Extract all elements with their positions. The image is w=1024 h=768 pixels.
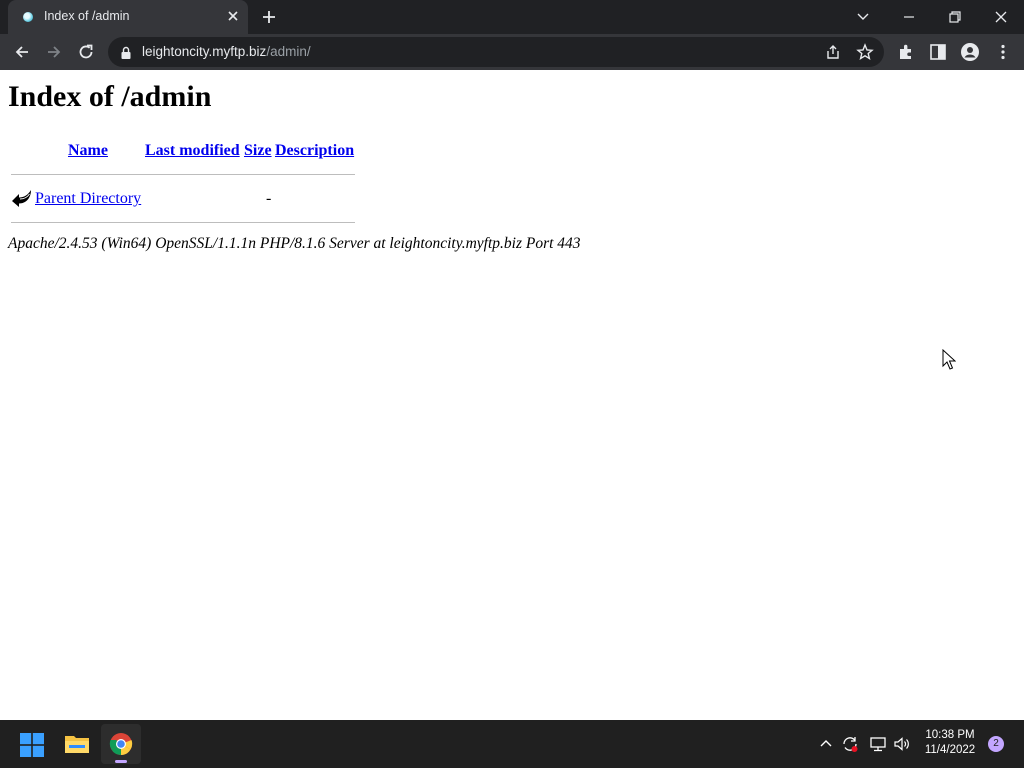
- volume-icon[interactable]: [893, 735, 911, 753]
- back-button[interactable]: [9, 39, 35, 65]
- side-panel-icon[interactable]: [928, 42, 948, 62]
- favicon-icon: [23, 12, 33, 22]
- clock-date: 11/4/2022: [924, 744, 976, 756]
- column-header-last-modified[interactable]: Last modified: [145, 142, 240, 160]
- reload-button[interactable]: [73, 39, 99, 65]
- new-tab-button[interactable]: [258, 6, 280, 28]
- notification-count-badge[interactable]: 2: [988, 736, 1004, 752]
- url-path: /admin/: [266, 44, 311, 59]
- url-host: leightoncity.myftp.biz: [142, 44, 267, 59]
- page-content: Index of /admin Name Last modified Size …: [0, 70, 1024, 720]
- taskbar-clock[interactable]: 10:38 PM 11/4/2022: [920, 728, 980, 758]
- column-header-size[interactable]: Size: [244, 142, 272, 160]
- windows-taskbar: 10:38 PM 11/4/2022: [0, 720, 1024, 768]
- restore-button[interactable]: [932, 0, 978, 34]
- clock-time: 10:38 PM: [925, 729, 975, 741]
- divider: [11, 174, 355, 175]
- forward-button[interactable]: [41, 39, 67, 65]
- lock-icon[interactable]: [120, 45, 132, 64]
- divider: [11, 222, 355, 223]
- tab-search-icon[interactable]: [840, 0, 886, 34]
- show-hidden-icons-icon[interactable]: [817, 735, 835, 753]
- profile-avatar-icon[interactable]: [960, 42, 980, 62]
- size-cell: -: [266, 190, 272, 207]
- minimize-button[interactable]: [886, 0, 932, 34]
- parent-directory-link[interactable]: Parent Directory: [35, 190, 141, 208]
- mouse-cursor-icon: [942, 348, 957, 375]
- more-menu-icon[interactable]: [993, 42, 1013, 62]
- server-signature: Apache/2.4.53 (Win64) OpenSSL/1.1.1n PHP…: [8, 235, 581, 252]
- browser-toolbar: leightoncity.myftp.biz/admin/: [0, 34, 1024, 70]
- chrome-icon: [109, 733, 133, 755]
- sync-icon[interactable]: [841, 735, 859, 753]
- windows-logo-icon: [20, 733, 44, 757]
- chrome-button[interactable]: [101, 724, 141, 764]
- start-button[interactable]: [12, 724, 52, 764]
- address-bar[interactable]: leightoncity.myftp.biz/admin/: [108, 37, 884, 67]
- close-tab-icon[interactable]: [224, 7, 242, 25]
- browser-tab-strip: Index of /admin: [0, 0, 1024, 34]
- active-app-indicator: [115, 760, 127, 763]
- folder-icon: [65, 736, 89, 753]
- browser-tab[interactable]: Index of /admin: [8, 0, 248, 34]
- file-explorer-button[interactable]: [57, 724, 97, 764]
- bookmark-star-icon[interactable]: [856, 43, 874, 61]
- column-header-description[interactable]: Description: [275, 142, 354, 160]
- network-icon[interactable]: [869, 735, 887, 753]
- tab-title: Index of /admin: [44, 9, 130, 23]
- share-icon[interactable]: [824, 43, 842, 61]
- page-title: Index of /admin: [8, 80, 212, 113]
- extensions-icon[interactable]: [896, 42, 916, 62]
- close-window-button[interactable]: [978, 0, 1024, 34]
- column-header-name[interactable]: Name: [68, 142, 108, 160]
- url-text: leightoncity.myftp.biz/admin/: [142, 44, 311, 59]
- back-arrow-icon: [11, 188, 33, 213]
